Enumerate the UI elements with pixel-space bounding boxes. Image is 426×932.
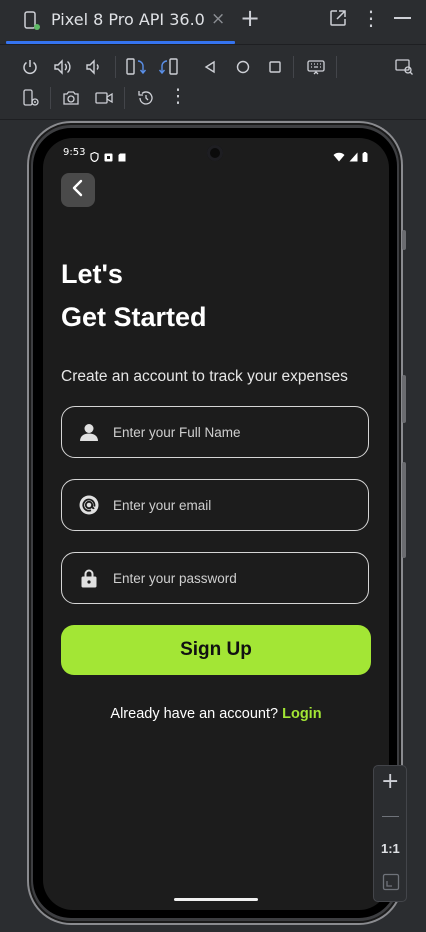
volume-up-icon[interactable] bbox=[51, 56, 73, 78]
at-sign-icon bbox=[78, 494, 100, 516]
rotate-right-icon[interactable] bbox=[158, 56, 180, 78]
login-prompt-row: Already have an account? Login bbox=[43, 706, 389, 722]
display-mode-icon[interactable] bbox=[393, 56, 415, 78]
chevron-left-icon bbox=[71, 179, 85, 201]
device-tab[interactable]: Pixel 8 Pro API 36.0 × bbox=[6, 0, 235, 44]
lock-icon bbox=[78, 567, 100, 589]
screen-record-icon[interactable] bbox=[93, 87, 115, 109]
email-input[interactable] bbox=[113, 480, 353, 530]
wifi-icon bbox=[333, 147, 345, 166]
power-icon[interactable] bbox=[19, 56, 41, 78]
keyboard-icon[interactable] bbox=[305, 56, 327, 78]
toolbar-separator bbox=[293, 56, 294, 78]
zoom-controls: + 1:1 bbox=[373, 765, 407, 902]
detach-window-icon[interactable] bbox=[329, 9, 347, 31]
full-name-field[interactable] bbox=[61, 406, 369, 458]
status-system-icons bbox=[333, 147, 368, 166]
volume-down-icon[interactable] bbox=[82, 56, 104, 78]
toolbar-more-icon[interactable]: ⋮ bbox=[167, 85, 189, 107]
headline-line-1: Let's bbox=[61, 259, 123, 289]
zoom-in-button[interactable]: + bbox=[381, 769, 399, 794]
sd-card-icon bbox=[118, 147, 126, 166]
emulator-toolbar: ⋮ bbox=[0, 45, 426, 119]
zoom-actual-size-button[interactable]: 1:1 bbox=[381, 841, 400, 856]
extended-controls-icon[interactable] bbox=[21, 87, 43, 109]
overview-icon[interactable] bbox=[264, 56, 286, 78]
tab-close-icon[interactable]: × bbox=[211, 9, 225, 29]
login-link[interactable]: Login bbox=[282, 706, 321, 722]
tab-title: Pixel 8 Pro API 36.0 bbox=[51, 10, 205, 29]
password-input[interactable] bbox=[113, 553, 353, 603]
device-screen[interactable]: 9:53 Let's Get Started Create an account… bbox=[43, 138, 389, 910]
zoom-to-fit-icon[interactable] bbox=[382, 873, 400, 895]
back-icon[interactable] bbox=[199, 56, 221, 78]
notification-icon bbox=[104, 147, 113, 166]
person-icon bbox=[78, 421, 100, 443]
toolbar-separator bbox=[124, 87, 125, 109]
status-notification-icons bbox=[90, 147, 126, 166]
device-icon bbox=[23, 11, 41, 35]
signal-icon bbox=[349, 147, 358, 166]
phone-side-button bbox=[402, 230, 406, 250]
window-options-icon[interactable]: ⋮ bbox=[361, 6, 381, 30]
page-subtitle: Create an account to track your expenses bbox=[61, 368, 348, 385]
phone-side-button bbox=[402, 375, 406, 423]
toolbar-separator bbox=[50, 87, 51, 109]
headline-line-2: Get Started bbox=[61, 302, 207, 332]
full-name-input[interactable] bbox=[113, 407, 353, 457]
login-prompt-text: Already have an account? bbox=[110, 706, 279, 722]
minimize-window-icon[interactable] bbox=[394, 17, 411, 19]
email-field[interactable] bbox=[61, 479, 369, 531]
toolbar-separator bbox=[115, 56, 116, 78]
back-button[interactable] bbox=[61, 173, 95, 207]
gesture-home-indicator[interactable] bbox=[174, 898, 258, 901]
tool-window-header: Pixel 8 Pro API 36.0 × + ⋮ bbox=[0, 0, 426, 44]
zoom-out-button[interactable] bbox=[382, 816, 399, 817]
home-icon[interactable] bbox=[232, 56, 254, 78]
status-time: 9:53 bbox=[63, 147, 86, 158]
password-field[interactable] bbox=[61, 552, 369, 604]
battery-icon bbox=[362, 147, 368, 166]
sign-up-button[interactable]: Sign Up bbox=[61, 625, 371, 675]
add-device-tab-button[interactable]: + bbox=[240, 4, 260, 32]
screenshot-icon[interactable] bbox=[60, 87, 82, 109]
phone-side-button bbox=[402, 462, 406, 558]
rotate-left-icon[interactable] bbox=[125, 56, 147, 78]
shield-icon bbox=[90, 147, 99, 166]
toolbar-separator bbox=[336, 56, 337, 78]
front-camera bbox=[207, 145, 223, 161]
snapshot-icon[interactable] bbox=[135, 87, 157, 109]
